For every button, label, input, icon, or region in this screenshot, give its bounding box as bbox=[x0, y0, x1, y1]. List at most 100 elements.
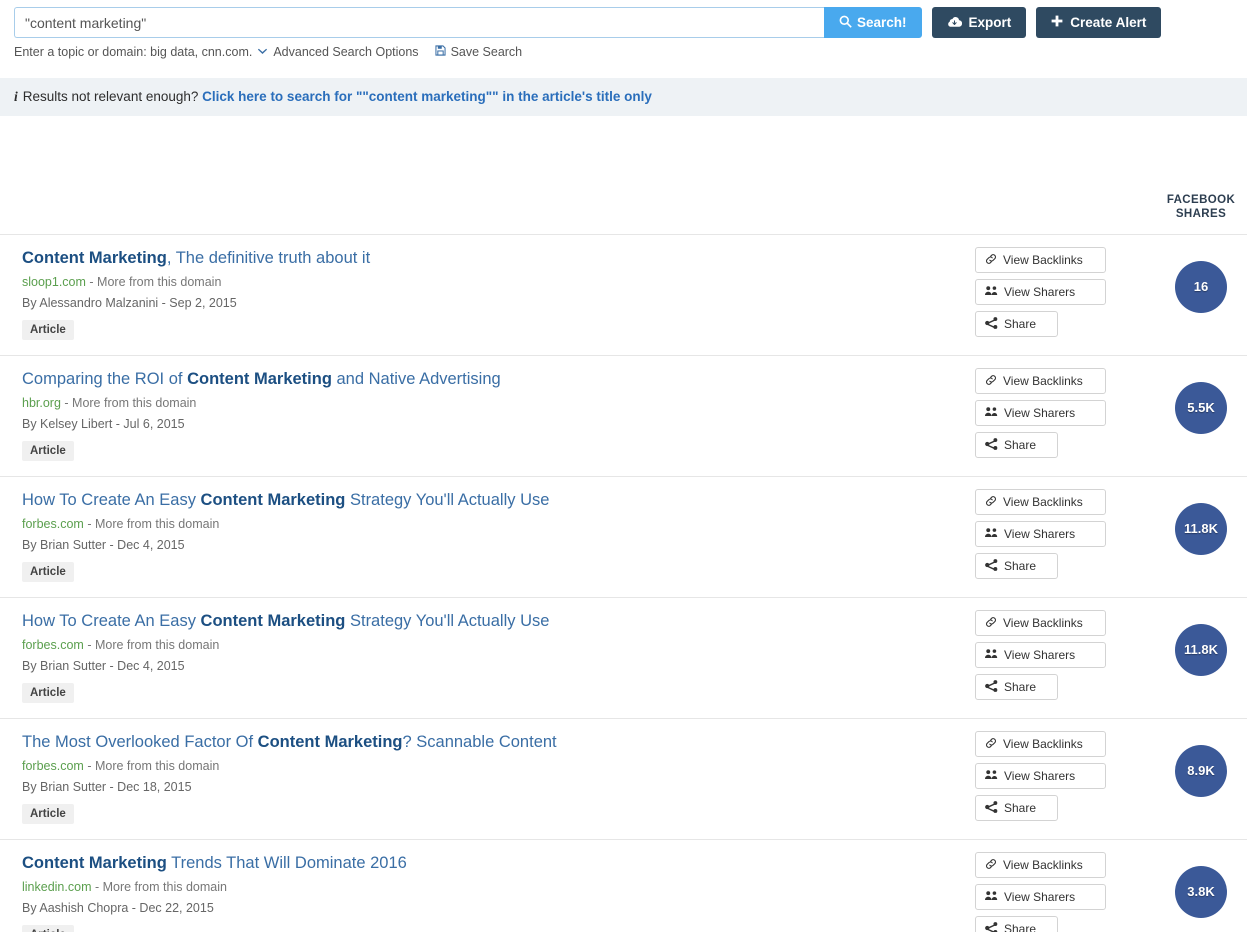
share-button[interactable]: Share bbox=[975, 310, 1058, 337]
search-hint-row: Enter a topic or domain: big data, cnn.c… bbox=[0, 38, 1247, 59]
share-button[interactable]: Share bbox=[975, 673, 1058, 700]
chevron-down-icon[interactable] bbox=[257, 46, 268, 59]
advanced-search-options-link[interactable]: Advanced Search Options bbox=[273, 45, 418, 59]
view-sharers-button[interactable]: View Sharers bbox=[975, 883, 1106, 910]
facebook-shares-cell: 11.8K bbox=[1155, 476, 1247, 597]
results-table-body: Content Marketing, The definitive truth … bbox=[0, 234, 1247, 932]
view-sharers-button[interactable]: View Sharers bbox=[975, 399, 1106, 426]
users-icon bbox=[985, 285, 998, 298]
share-button[interactable]: Share bbox=[975, 552, 1058, 579]
result-type-tag: Article bbox=[22, 803, 74, 824]
export-button-label: Export bbox=[968, 15, 1012, 30]
result-domain-line: forbes.com - More from this domain bbox=[22, 758, 963, 774]
result-title-link[interactable]: Content Marketing Trends That Will Domin… bbox=[22, 854, 963, 874]
share-alt-icon bbox=[985, 316, 998, 331]
info-icon: i bbox=[14, 89, 18, 104]
view-sharers-label: View Sharers bbox=[1004, 405, 1076, 420]
result-more-from-domain-link[interactable]: - More from this domain bbox=[91, 880, 227, 894]
title-only-search-link[interactable]: Click here to search for ""content marke… bbox=[202, 89, 652, 104]
save-icon[interactable] bbox=[434, 45, 446, 59]
search-icon bbox=[839, 15, 852, 31]
view-backlinks-label: View Backlinks bbox=[1003, 736, 1083, 751]
result-title-match: Content Marketing bbox=[22, 853, 167, 872]
link-icon bbox=[985, 737, 997, 751]
search-input[interactable] bbox=[14, 7, 824, 38]
view-backlinks-button[interactable]: View Backlinks bbox=[975, 246, 1106, 273]
result-byline: By Brian Sutter - Dec 4, 2015 bbox=[22, 537, 185, 552]
search-hint-text: Enter a topic or domain: big data, cnn.c… bbox=[14, 45, 253, 59]
result-domain-link[interactable]: forbes.com bbox=[22, 638, 84, 652]
result-type-tag: Article bbox=[22, 319, 74, 340]
plus-icon bbox=[1051, 15, 1063, 30]
result-more-from-domain-link[interactable]: - More from this domain bbox=[84, 517, 219, 531]
result-more-from-domain-link[interactable]: - More from this domain bbox=[61, 396, 196, 410]
export-button[interactable]: Export bbox=[931, 7, 1027, 38]
share-button[interactable]: Share bbox=[975, 915, 1058, 932]
view-backlinks-label: View Backlinks bbox=[1003, 252, 1083, 267]
result-title-link[interactable]: How To Create An Easy Content Marketing … bbox=[22, 612, 963, 632]
result-main-cell: The Most Overlooked Factor Of Content Ma… bbox=[0, 718, 975, 839]
share-label: Share bbox=[1004, 558, 1037, 573]
share-alt-icon bbox=[985, 921, 998, 932]
search-button-label: Search! bbox=[857, 15, 907, 30]
result-type-tag: Article bbox=[22, 924, 74, 932]
results-col-facebook-shares[interactable]: FACEBOOK SHARES bbox=[1155, 116, 1247, 234]
share-button[interactable]: Share bbox=[975, 794, 1058, 821]
view-backlinks-button[interactable]: View Backlinks bbox=[975, 730, 1106, 757]
view-backlinks-button[interactable]: View Backlinks bbox=[975, 367, 1106, 394]
result-domain-link[interactable]: forbes.com bbox=[22, 759, 84, 773]
result-title-link[interactable]: How To Create An Easy Content Marketing … bbox=[22, 491, 963, 511]
view-backlinks-button[interactable]: View Backlinks bbox=[975, 609, 1106, 636]
table-row: Content Marketing, The definitive truth … bbox=[0, 234, 1247, 355]
result-actions-cell: View Backlinks View Sharers Share bbox=[975, 597, 1155, 718]
result-domain-link[interactable]: hbr.org bbox=[22, 396, 61, 410]
table-row: How To Create An Easy Content Marketing … bbox=[0, 476, 1247, 597]
table-row: Content Marketing Trends That Will Domin… bbox=[0, 839, 1247, 932]
search-button[interactable]: Search! bbox=[824, 7, 922, 38]
view-sharers-button[interactable]: View Sharers bbox=[975, 520, 1106, 547]
result-more-from-domain-link[interactable]: - More from this domain bbox=[86, 275, 221, 289]
result-byline: By Kelsey Libert - Jul 6, 2015 bbox=[22, 416, 185, 431]
search-field-group: Search! bbox=[14, 7, 922, 38]
view-sharers-button[interactable]: View Sharers bbox=[975, 762, 1106, 789]
result-title-match: Content Marketing bbox=[200, 611, 346, 630]
share-alt-icon bbox=[985, 558, 998, 573]
users-icon bbox=[985, 648, 998, 661]
result-domain-line: linkedin.com - More from this domain bbox=[22, 879, 963, 895]
result-domain-line: forbes.com - More from this domain bbox=[22, 637, 963, 653]
result-title-link[interactable]: The Most Overlooked Factor Of Content Ma… bbox=[22, 733, 963, 753]
result-title-suffix: Strategy You'll Actually Use bbox=[345, 490, 550, 509]
facebook-shares-badge: 3.8K bbox=[1175, 865, 1227, 918]
result-main-cell: Content Marketing Trends That Will Domin… bbox=[0, 839, 975, 932]
result-domain-line: sloop1.com - More from this domain bbox=[22, 274, 963, 290]
link-icon bbox=[985, 495, 997, 509]
result-domain-link[interactable]: forbes.com bbox=[22, 517, 84, 531]
result-domain-link[interactable]: sloop1.com bbox=[22, 275, 86, 289]
view-sharers-button[interactable]: View Sharers bbox=[975, 278, 1106, 305]
facebook-shares-badge: 11.8K bbox=[1175, 623, 1227, 676]
save-search-link[interactable]: Save Search bbox=[451, 45, 523, 59]
relevance-banner-text: Results not relevant enough? bbox=[22, 89, 199, 104]
facebook-shares-badge: 8.9K bbox=[1175, 744, 1227, 797]
share-alt-icon bbox=[985, 800, 998, 815]
view-backlinks-button[interactable]: View Backlinks bbox=[975, 851, 1106, 878]
facebook-shares-badge: 11.8K bbox=[1175, 502, 1227, 555]
result-more-from-domain-link[interactable]: - More from this domain bbox=[84, 638, 219, 652]
view-backlinks-label: View Backlinks bbox=[1003, 615, 1083, 630]
result-domain-link[interactable]: linkedin.com bbox=[22, 880, 91, 894]
result-title-suffix: ? Scannable Content bbox=[402, 732, 557, 751]
result-title-link[interactable]: Comparing the ROI of Content Marketing a… bbox=[22, 370, 963, 390]
share-alt-icon bbox=[985, 437, 998, 452]
view-sharers-button[interactable]: View Sharers bbox=[975, 641, 1106, 668]
link-icon bbox=[985, 253, 997, 267]
share-button[interactable]: Share bbox=[975, 431, 1058, 458]
users-icon bbox=[985, 769, 998, 782]
search-toolbar: Search! Export Create Alert bbox=[0, 0, 1247, 38]
result-more-from-domain-link[interactable]: - More from this domain bbox=[84, 759, 219, 773]
facebook-shares-cell: 3.8K bbox=[1155, 839, 1247, 932]
view-backlinks-label: View Backlinks bbox=[1003, 373, 1083, 388]
result-title-link[interactable]: Content Marketing, The definitive truth … bbox=[22, 249, 963, 269]
create-alert-button[interactable]: Create Alert bbox=[1036, 7, 1162, 38]
cloud-download-icon bbox=[947, 15, 962, 31]
view-backlinks-button[interactable]: View Backlinks bbox=[975, 488, 1106, 515]
